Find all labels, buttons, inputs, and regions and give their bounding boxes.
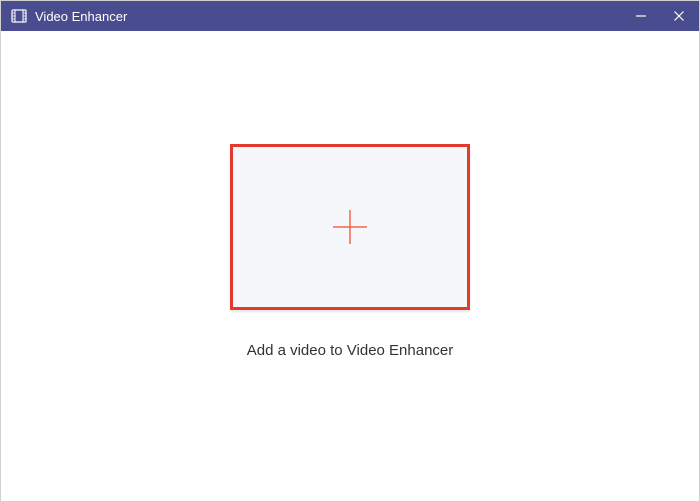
instruction-text: Add a video to Video Enhancer (247, 342, 454, 359)
close-button[interactable] (667, 4, 691, 28)
add-video-dropzone[interactable] (230, 144, 470, 310)
app-icon (11, 8, 27, 24)
plus-icon (330, 207, 370, 247)
app-title: Video Enhancer (35, 9, 629, 24)
titlebar: Video Enhancer (1, 1, 699, 31)
window-controls (629, 4, 691, 28)
minimize-button[interactable] (629, 4, 653, 28)
main-content: Add a video to Video Enhancer (1, 31, 699, 501)
